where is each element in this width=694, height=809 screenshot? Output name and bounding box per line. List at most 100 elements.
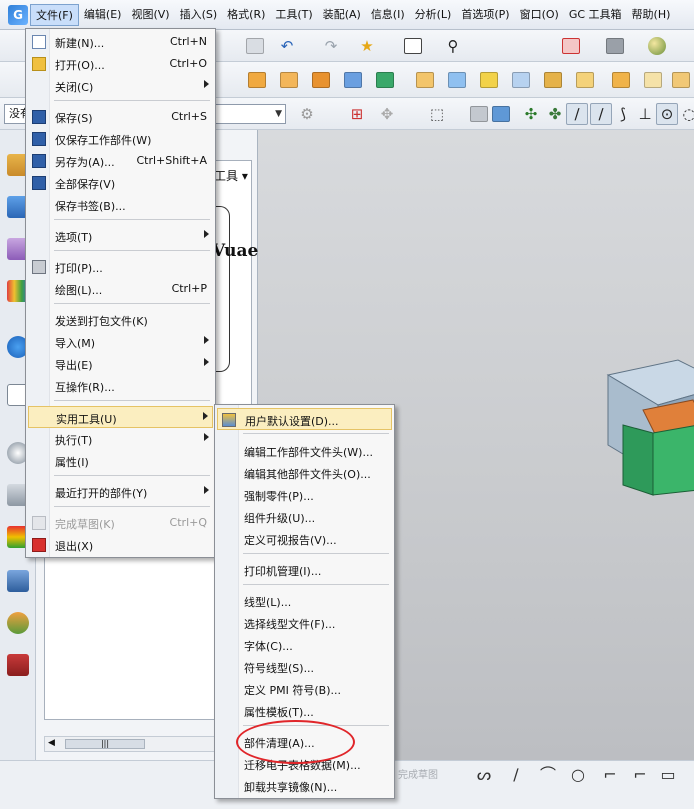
menu-item-exit[interactable]: 退出(X) xyxy=(28,534,213,556)
menu-item-plot[interactable]: 绘图(L)... Ctrl+P xyxy=(28,278,213,300)
menu-item-save-all[interactable]: 全部保存(V) xyxy=(28,172,213,194)
submenu-item-printer-management[interactable]: 打印机管理(I)... xyxy=(217,559,392,581)
chamfer-sketch-icon[interactable]: ⌐ xyxy=(628,764,652,786)
menu-item-properties[interactable]: 属性(I) xyxy=(28,450,213,472)
surface-icon[interactable] xyxy=(446,69,468,91)
fillet-icon[interactable]: ⌐ xyxy=(598,764,622,786)
app-logo-icon[interactable]: G xyxy=(8,4,28,25)
profile-icon[interactable]: ᔕ xyxy=(472,764,496,786)
submenu-item-define-pmi-symbol[interactable]: 定义 PMI 符号(B)... xyxy=(217,678,392,700)
select-vertex-icon[interactable]: ✣ xyxy=(520,103,542,125)
snap-point-icon[interactable]: ⊞ xyxy=(346,103,368,125)
scroll-left-icon[interactable]: ◀ xyxy=(48,738,55,748)
line-icon[interactable]: ∕ xyxy=(504,764,528,786)
submenu-item-select-line-font-file[interactable]: 选择线型文件(F)... xyxy=(217,612,392,634)
submenu-item-font[interactable]: 字体(C)... xyxy=(217,634,392,656)
menu-item-import[interactable]: 导入(M) xyxy=(28,331,213,353)
finish-sketch-button[interactable]: 完成草图 xyxy=(398,766,438,781)
control-point-icon[interactable]: ⟆ xyxy=(612,103,634,125)
menu-item-options[interactable]: 选项(T) xyxy=(28,225,213,247)
offset-face-icon[interactable] xyxy=(510,69,532,91)
submenu-item-user-defaults[interactable]: 用户默认设置(D)... xyxy=(217,408,392,430)
menu-item-utilities[interactable]: 实用工具(U) xyxy=(28,406,213,428)
paste-icon[interactable] xyxy=(244,35,266,57)
menu-item-send-to-package[interactable]: 发送到打包文件(K) xyxy=(28,309,213,331)
arc-center-icon[interactable]: ⊙ xyxy=(656,103,678,125)
menu-item-interoperate[interactable]: 互操作(R)... xyxy=(28,375,213,397)
unite-icon[interactable] xyxy=(342,69,364,91)
manufacturing-wizard-icon[interactable] xyxy=(7,570,29,592)
chevron-down-icon: ▼ xyxy=(275,109,282,119)
menu-tools[interactable]: 工具(T) xyxy=(270,4,317,26)
menu-format[interactable]: 格式(R) xyxy=(222,4,270,26)
extrude-icon[interactable] xyxy=(246,69,268,91)
menu-view[interactable]: 视图(V) xyxy=(126,4,174,26)
submenu-item-component-upgrade[interactable]: 组件升级(U)... xyxy=(217,506,392,528)
scrollbar-thumb[interactable]: ||| xyxy=(65,739,145,749)
circle-icon[interactable]: ○ xyxy=(566,764,590,786)
menu-gc-toolkit[interactable]: GC 工具箱 xyxy=(564,4,627,26)
select-face-icon[interactable] xyxy=(490,103,512,125)
menu-item-save-bookmark[interactable]: 保存书签(B)... xyxy=(28,194,213,216)
submenu-item-unload-shared-image[interactable]: 卸载共享镜像(N)... xyxy=(217,775,392,797)
block-icon[interactable] xyxy=(414,69,436,91)
submenu-item-define-visual-report[interactable]: 定义可视报告(V)... xyxy=(217,528,392,550)
edge-blend-icon[interactable] xyxy=(642,69,664,91)
roles-icon[interactable] xyxy=(7,612,29,634)
menu-item-recent-parts[interactable]: 最近打开的部件(Y) xyxy=(28,481,213,503)
menu-item-print[interactable]: 打印(P)... xyxy=(28,256,213,278)
view-orient-icon[interactable] xyxy=(604,35,626,57)
submenu-item-line-font[interactable]: 线型(L)... xyxy=(217,590,392,612)
menu-assemblies[interactable]: 装配(A) xyxy=(318,4,366,26)
menu-preferences[interactable]: 首选项(P) xyxy=(456,4,514,26)
submenu-item-force-part[interactable]: 强制零件(P)... xyxy=(217,484,392,506)
star-icon[interactable]: ★ xyxy=(356,35,378,57)
menu-file[interactable]: 文件(F) xyxy=(30,3,79,26)
select-all-icon[interactable]: ✤ xyxy=(544,103,566,125)
navigator-tools-label[interactable]: 工具 ▾ xyxy=(214,167,248,184)
information-icon[interactable] xyxy=(402,35,424,57)
menu-window[interactable]: 窗口(O) xyxy=(515,4,564,26)
magnifier-icon[interactable]: ⚲ xyxy=(442,35,464,57)
midpoint-icon[interactable]: ∕ xyxy=(590,103,612,125)
menu-information[interactable]: 信息(I) xyxy=(366,4,410,26)
menu-item-save[interactable]: 保存(S) Ctrl+S xyxy=(28,106,213,128)
boolean-icon[interactable] xyxy=(374,69,396,91)
shading-sphere-icon[interactable] xyxy=(646,35,668,57)
intersection-icon[interactable]: ⊥ xyxy=(634,103,656,125)
menu-item-execute[interactable]: 执行(T) xyxy=(28,428,213,450)
submenu-item-symbol-line-font[interactable]: 符号线型(S)... xyxy=(217,656,392,678)
filter-icon[interactable]: ⚙ xyxy=(296,103,318,125)
system-scene-icon[interactable] xyxy=(7,654,29,676)
menu-item-new[interactable]: 新建(N)... Ctrl+N xyxy=(28,31,213,53)
menu-edit[interactable]: 编辑(E) xyxy=(79,4,127,26)
shell-icon[interactable] xyxy=(542,69,564,91)
tangent-icon[interactable]: ◌ xyxy=(678,103,694,125)
rectangle-select-icon[interactable]: ⬚ xyxy=(426,103,448,125)
array-icon[interactable] xyxy=(310,69,332,91)
sweep-icon[interactable] xyxy=(478,69,500,91)
move-point-icon[interactable]: ✥ xyxy=(376,103,398,125)
pattern-icon[interactable] xyxy=(278,69,300,91)
rectangle-icon[interactable]: ▭ xyxy=(656,764,680,786)
arc-icon[interactable]: ⌒ xyxy=(536,764,560,786)
undo-icon[interactable]: ↶ xyxy=(276,35,298,57)
fit-view-icon[interactable] xyxy=(560,35,582,57)
menu-item-export[interactable]: 导出(E) xyxy=(28,353,213,375)
menu-item-save-as[interactable]: 另存为(A)... Ctrl+Shift+A xyxy=(28,150,213,172)
menu-item-save-work-part[interactable]: 仅保存工作部件(W) xyxy=(28,128,213,150)
menu-insert[interactable]: 插入(S) xyxy=(175,4,223,26)
menu-help[interactable]: 帮助(H) xyxy=(627,4,676,26)
trim-body-icon[interactable] xyxy=(610,69,632,91)
submenu-item-edit-work-part-header[interactable]: 编辑工作部件文件头(W)... xyxy=(217,440,392,462)
menu-item-open[interactable]: 打开(O)... Ctrl+O xyxy=(28,53,213,75)
submenu-item-attribute-template[interactable]: 属性模板(T)... xyxy=(217,700,392,722)
redo-icon[interactable]: ↷ xyxy=(320,35,342,57)
line-endpoint-icon[interactable]: ∕ xyxy=(566,103,588,125)
submenu-item-edit-other-part-header[interactable]: 编辑其他部件文件头(O)... xyxy=(217,462,392,484)
menu-analysis[interactable]: 分析(L) xyxy=(410,4,457,26)
chamfer-icon[interactable] xyxy=(670,69,692,91)
draft-icon[interactable] xyxy=(574,69,596,91)
menu-item-close[interactable]: 关闭(C) xyxy=(28,75,213,97)
select-body-icon[interactable] xyxy=(468,103,490,125)
